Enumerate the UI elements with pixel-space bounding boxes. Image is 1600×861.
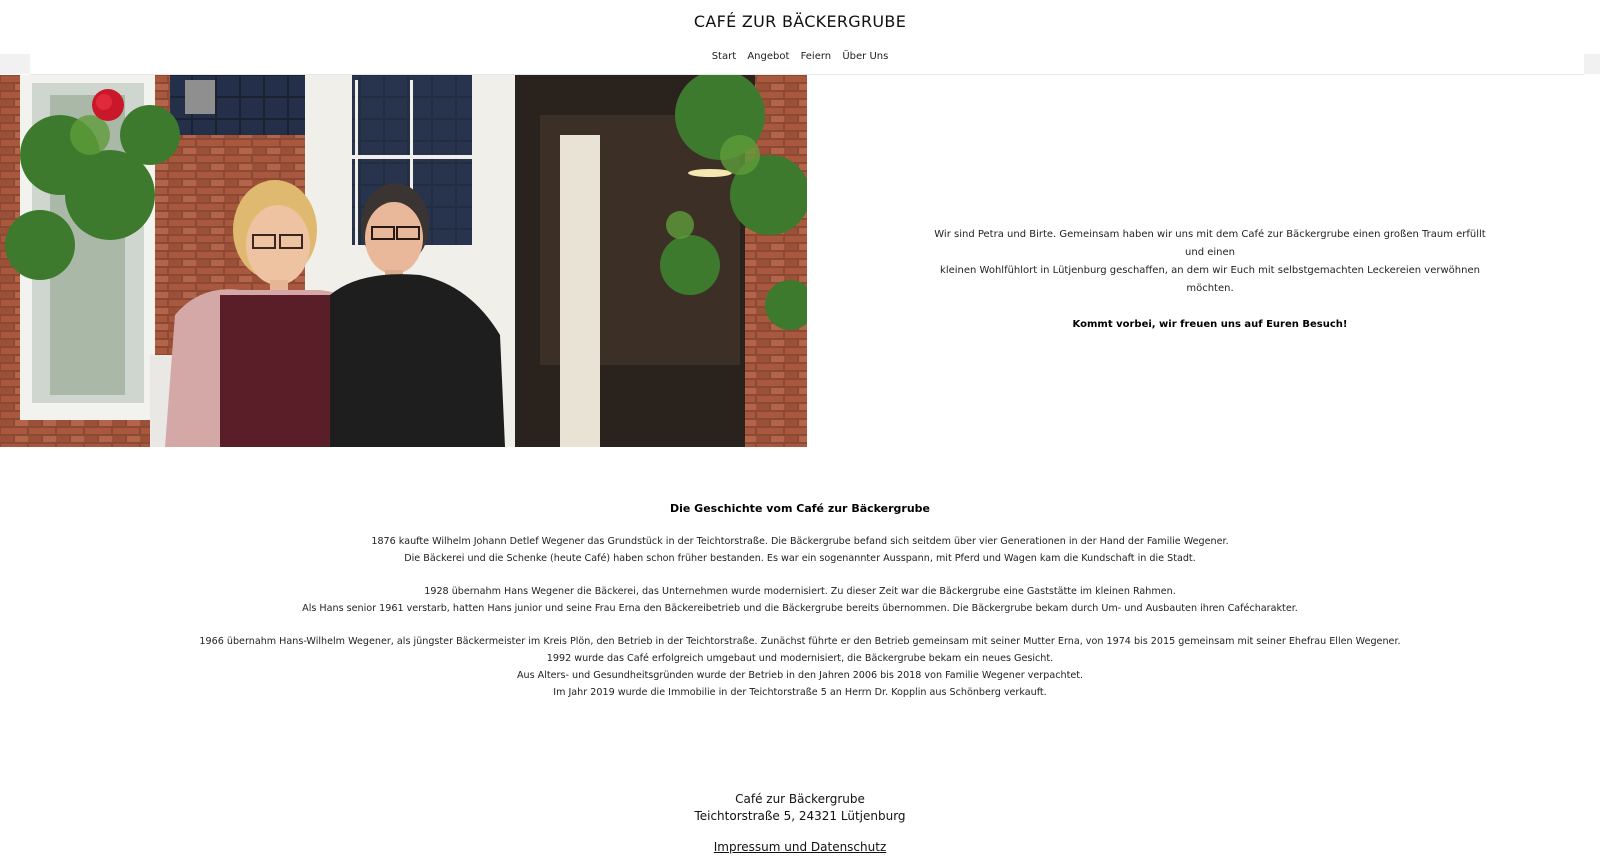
nav-item-ueber-uns[interactable]: Über Uns [842, 51, 888, 62]
main-nav: Start Angebot Feiern Über Uns [0, 51, 1600, 62]
history-line: Als Hans senior 1961 verstarb, hatten Ha… [302, 603, 1298, 614]
history-line: 1966 übernahm Hans-Wilhelm Wegener, als … [199, 636, 1401, 647]
owners-photo [0, 75, 807, 447]
history-paragraph: 1966 übernahm Hans-Wilhelm Wegener, als … [0, 633, 1600, 701]
history-line: Im Jahr 2019 wurde die Immobilie in der … [553, 687, 1047, 698]
history-paragraph: 1928 übernahm Hans Wegener die Bäckerei,… [0, 583, 1600, 617]
history-line: Aus Alters- und Gesundheitsgründen wurde… [516, 670, 1084, 681]
history-heading: Die Geschichte vom Café zur Bäckergrube [669, 502, 931, 515]
intro-text-line-2: kleinen Wohlfühlort in Lütjenburg gescha… [940, 265, 1480, 294]
nav-item-start[interactable]: Start [712, 51, 736, 62]
footer-address: Teichtorstraße 5, 24321 Lütjenburg [694, 809, 906, 823]
footer-business-name: Café zur Bäckergrube [735, 792, 865, 806]
site-title: CAFÉ ZUR BÄCKERGRUBE [693, 12, 907, 31]
nav-item-feiern[interactable]: Feiern [801, 51, 832, 62]
history-line: 1876 kaufte Wilhelm Johann Detlef Wegene… [371, 536, 1229, 547]
history-section: Die Geschichte vom Café zur Bäckergrube … [0, 500, 1600, 717]
history-line: 1992 wurde das Café erfolgreich umgebaut… [546, 653, 1054, 664]
impressum-link[interactable]: Impressum und Datenschutz [714, 839, 887, 856]
intro-section: Wir sind Petra und Birte. Gemeinsam habe… [930, 226, 1490, 334]
intro-invite: Kommt vorbei, wir freuen uns auf Euren B… [1072, 319, 1348, 330]
footer: Café zur Bäckergrube Teichtorstraße 5, 2… [0, 791, 1600, 856]
history-line: Die Bäckerei und die Schenke (heute Café… [404, 553, 1196, 564]
history-paragraph: 1876 kaufte Wilhelm Johann Detlef Wegene… [0, 533, 1600, 567]
history-line: 1928 übernahm Hans Wegener die Bäckerei,… [424, 586, 1176, 597]
intro-text-line-1: Wir sind Petra und Birte. Gemeinsam habe… [934, 229, 1486, 258]
nav-item-angebot[interactable]: Angebot [747, 51, 789, 62]
